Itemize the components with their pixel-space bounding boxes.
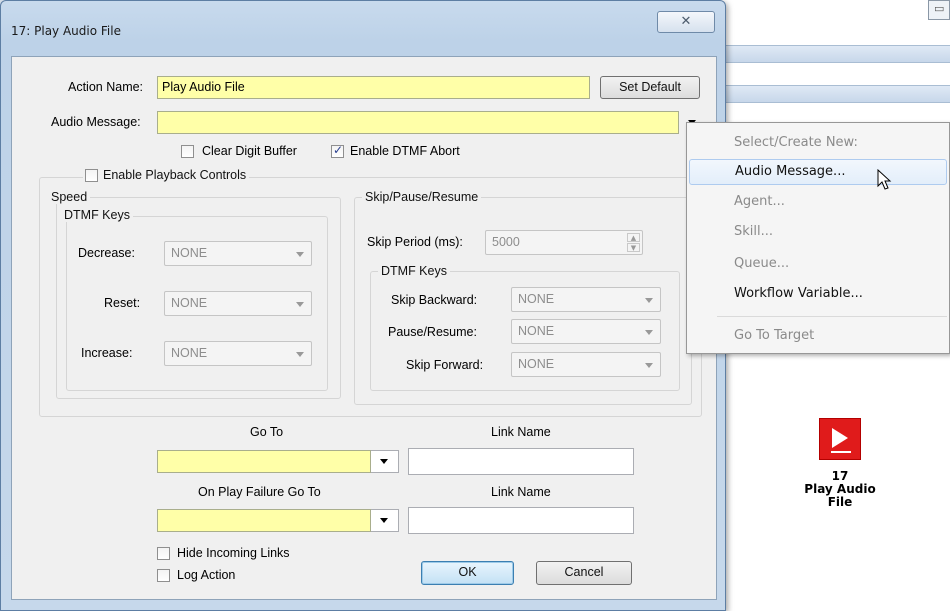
enable-playback-controls-legend: Enable Playback Controls: [83, 168, 250, 182]
chevron-down-icon: [645, 363, 653, 368]
skip-period-label: Skip Period (ms):: [367, 235, 463, 249]
skip-forward-select[interactable]: NONE: [511, 352, 661, 377]
on-play-failure-dropdown-button[interactable]: [371, 509, 399, 532]
menu-item-agent[interactable]: Agent...: [689, 189, 947, 215]
skip-backward-value: NONE: [518, 292, 555, 306]
pause-resume-value: NONE: [518, 324, 555, 338]
decrease-label: Decrease:: [78, 246, 135, 260]
enable-playback-controls-label: Enable Playback Controls: [103, 168, 247, 182]
go-to-dropdown-button[interactable]: [371, 450, 399, 473]
increase-value: NONE: [171, 346, 208, 360]
enable-playback-controls-checkbox[interactable]: [85, 169, 98, 182]
cancel-button[interactable]: Cancel: [536, 561, 632, 585]
skip-period-spinner[interactable]: 5000 ▲ ▼: [485, 230, 643, 255]
menu-item-skill[interactable]: Skill...: [689, 219, 947, 245]
close-icon: ✕: [680, 14, 692, 29]
go-to-label: Go To: [250, 425, 284, 439]
audio-message-label: Audio Message:: [51, 115, 141, 129]
chevron-down-icon: [296, 302, 304, 307]
dialog-title: 17: Play Audio File: [11, 24, 121, 38]
link-name-input[interactable]: [408, 448, 634, 475]
skip-pause-resume-legend: Skip/Pause/Resume: [362, 190, 482, 204]
decrease-select[interactable]: NONE: [164, 241, 312, 266]
menu-item-select-create-new: Select/Create New:: [734, 135, 858, 150]
skip-period-value: 5000: [492, 235, 520, 249]
log-action-label: Log Action: [177, 568, 236, 582]
skip-forward-label: Skip Forward:: [406, 358, 484, 372]
reset-select[interactable]: NONE: [164, 291, 312, 316]
on-play-failure-select[interactable]: [157, 509, 371, 532]
menu-separator: [717, 316, 947, 317]
reset-label: Reset:: [104, 296, 141, 310]
set-default-button[interactable]: Set Default: [600, 76, 700, 99]
chevron-down-icon: [645, 298, 653, 303]
hide-incoming-links-checkbox[interactable]: [157, 547, 170, 560]
menu-item-audio-message[interactable]: Audio Message...: [689, 159, 947, 185]
spin-up-icon[interactable]: ▲: [627, 233, 640, 242]
chevron-down-icon: [380, 459, 388, 464]
canvas-window-button[interactable]: ▭: [928, 0, 950, 20]
menu-item-workflow-variable[interactable]: Workflow Variable...: [689, 281, 947, 307]
workflow-node[interactable]: 17 Play Audio File: [760, 418, 920, 509]
canvas-toolbar-strip: [720, 45, 950, 63]
speed-dtmf-legend: DTMF Keys: [61, 208, 133, 222]
menu-item-go-to-target[interactable]: Go To Target: [689, 323, 947, 349]
pause-resume-select[interactable]: NONE: [511, 319, 661, 344]
restore-icon: ▭: [934, 2, 945, 15]
log-action-checkbox[interactable]: [157, 569, 170, 582]
enable-dtmf-abort-checkbox[interactable]: [331, 143, 344, 158]
reset-value: NONE: [171, 296, 208, 310]
close-button[interactable]: ✕: [657, 11, 715, 33]
chevron-down-icon: [380, 518, 388, 523]
action-name-value: Play Audio File: [162, 80, 245, 94]
pause-resume-label: Pause/Resume:: [388, 325, 477, 339]
enable-dtmf-abort-label: Enable DTMF Abort: [350, 144, 460, 158]
canvas-toolbar-strip: [720, 85, 950, 103]
spin-down-icon[interactable]: ▼: [627, 243, 640, 252]
failure-link-name-input[interactable]: [408, 507, 634, 534]
ok-button[interactable]: OK: [421, 561, 514, 585]
chevron-down-icon: [645, 330, 653, 335]
action-name-label: Action Name:: [68, 80, 144, 94]
menu-item-queue[interactable]: Queue...: [689, 251, 947, 277]
skip-forward-value: NONE: [518, 357, 555, 371]
action-name-input[interactable]: Play Audio File: [157, 76, 590, 99]
dialog-client-area: Action Name: Play Audio File Set Default…: [11, 56, 717, 600]
speed-legend: Speed: [48, 190, 91, 204]
audio-message-context-menu: Select/Create New: Audio Message... Agen…: [686, 122, 950, 354]
play-audio-dialog: 17: Play Audio File ✕ Action Name: Play …: [0, 0, 726, 611]
skip-dtmf-legend: DTMF Keys: [378, 264, 450, 278]
skip-backward-label: Skip Backward:: [391, 293, 478, 307]
clear-digit-buffer-label: Clear Digit Buffer: [202, 144, 297, 158]
failure-link-name-label: Link Name: [491, 485, 551, 499]
hide-incoming-links-label: Hide Incoming Links: [177, 546, 290, 560]
workflow-node-name-line2: File: [827, 495, 853, 509]
increase-select[interactable]: NONE: [164, 341, 312, 366]
audio-message-field[interactable]: [157, 111, 679, 134]
play-icon: [819, 418, 861, 460]
decrease-value: NONE: [171, 246, 208, 260]
increase-label: Increase:: [81, 346, 133, 360]
link-name-label: Link Name: [491, 425, 551, 439]
chevron-down-icon: [296, 252, 304, 257]
on-play-failure-label: On Play Failure Go To: [198, 485, 321, 499]
chevron-down-icon: [296, 352, 304, 357]
skip-backward-select[interactable]: NONE: [511, 287, 661, 312]
clear-digit-buffer-checkbox[interactable]: [181, 145, 194, 158]
go-to-select[interactable]: [157, 450, 371, 473]
mouse-cursor-icon: [877, 169, 892, 190]
